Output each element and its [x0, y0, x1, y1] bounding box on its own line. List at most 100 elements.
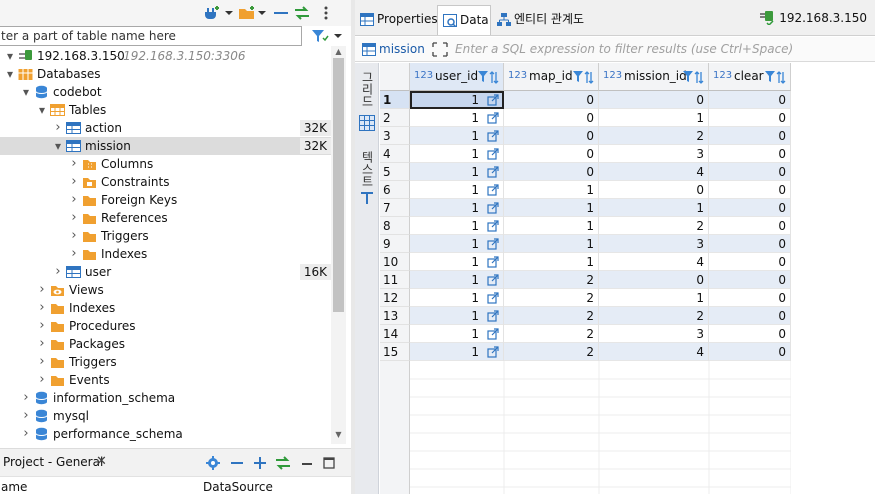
cell-map-id[interactable]: 2: [504, 289, 599, 307]
row-number[interactable]: 7: [380, 199, 410, 217]
chevron-right-icon[interactable]: ›: [52, 119, 64, 137]
foreign-key-link-icon[interactable]: [487, 238, 499, 250]
chevron-right-icon[interactable]: ›: [68, 191, 80, 209]
cell-map-id[interactable]: 2: [504, 325, 599, 343]
foreign-key-link-icon[interactable]: [487, 346, 499, 358]
chevron-right-icon[interactable]: ›: [36, 371, 48, 389]
chevron-down-icon[interactable]: ▾: [20, 83, 32, 101]
foreign-key-link-icon[interactable]: [487, 328, 499, 340]
column-header-name[interactable]: ame: [1, 480, 27, 494]
tree-node-constraints[interactable]: › Constraints: [0, 173, 331, 191]
cell-map-id[interactable]: 0: [504, 109, 599, 127]
chevron-right-icon[interactable]: ›: [36, 317, 48, 335]
foreign-key-link-icon[interactable]: [487, 130, 499, 142]
cell-mission-id[interactable]: 3: [599, 145, 709, 163]
filter-icon[interactable]: [309, 28, 343, 44]
collapse-icon[interactable]: [230, 455, 244, 471]
cell-map-id[interactable]: 1: [504, 253, 599, 271]
tree-node-databases[interactable]: ▾ Databases: [0, 65, 331, 83]
column-header-clear[interactable]: 123 clear: [709, 63, 791, 91]
tab-properties[interactable]: Properties: [355, 5, 438, 35]
tree-node-views[interactable]: › Views: [0, 281, 331, 299]
chevron-right-icon[interactable]: ›: [36, 335, 48, 353]
cell-mission-id[interactable]: 4: [599, 343, 709, 361]
tree-node-mysql[interactable]: › mysql: [0, 407, 331, 425]
chevron-down-icon[interactable]: [257, 5, 267, 21]
chevron-right-icon[interactable]: ›: [20, 407, 32, 425]
cell-clear[interactable]: 0: [709, 289, 791, 307]
text-view-tab[interactable]: 텍스트: [358, 151, 376, 187]
tab-er-diagram[interactable]: 엔티티 관계도: [492, 5, 592, 35]
cell-map-id[interactable]: 0: [504, 91, 599, 109]
chevron-down-icon[interactable]: ▾: [36, 101, 48, 119]
navigator-scrollbar-thumb[interactable]: [333, 58, 344, 312]
gear-icon[interactable]: [205, 455, 221, 471]
project-tab-label[interactable]: Project - General: [3, 455, 103, 469]
foreign-key-link-icon[interactable]: [487, 220, 499, 232]
chevron-down-icon[interactable]: [224, 5, 234, 21]
tree-node-conn[interactable]: ▾ 192.168.3.150 - 192.168.3.150:3306: [0, 47, 331, 65]
cell-map-id[interactable]: 2: [504, 271, 599, 289]
tree-node-tables[interactable]: ▾ Tables: [0, 101, 331, 119]
tree-node-indexes2[interactable]: › Indexes: [0, 299, 331, 317]
chevron-right-icon[interactable]: ›: [68, 209, 80, 227]
cell-mission-id[interactable]: 2: [599, 127, 709, 145]
chevron-down-icon[interactable]: ▾: [52, 137, 64, 155]
row-number[interactable]: 11: [380, 271, 410, 289]
tree-node-fks[interactable]: › Foreign Keys: [0, 191, 331, 209]
row-number[interactable]: 4: [380, 145, 410, 163]
row-number[interactable]: 3: [380, 127, 410, 145]
cell-clear[interactable]: 0: [709, 199, 791, 217]
cell-clear[interactable]: 0: [709, 91, 791, 109]
chevron-right-icon[interactable]: ›: [68, 227, 80, 245]
cell-clear[interactable]: 0: [709, 253, 791, 271]
expand-arrows-icon[interactable]: [432, 42, 448, 57]
filter-sort-icon[interactable]: [764, 69, 786, 85]
cell-map-id[interactable]: 1: [504, 235, 599, 253]
folder-add-icon[interactable]: [238, 5, 256, 21]
foreign-key-link-icon[interactable]: [487, 292, 499, 304]
cell-map-id[interactable]: 2: [504, 307, 599, 325]
link-icon[interactable]: [293, 5, 311, 21]
row-number[interactable]: 14: [380, 325, 410, 343]
tree-node-infoschema[interactable]: › information_schema: [0, 389, 331, 407]
chevron-right-icon[interactable]: ›: [36, 281, 48, 299]
row-number[interactable]: 9: [380, 235, 410, 253]
tree-node-indexes1[interactable]: › Indexes: [0, 245, 331, 263]
text-icon[interactable]: [360, 191, 374, 205]
tree-node-perfschema[interactable]: › performance_schema: [0, 425, 331, 443]
foreign-key-link-icon[interactable]: [487, 184, 499, 196]
chevron-right-icon[interactable]: ›: [20, 425, 32, 443]
foreign-key-link-icon[interactable]: [487, 256, 499, 268]
row-number[interactable]: 13: [380, 307, 410, 325]
close-icon[interactable]: ✕: [96, 454, 107, 469]
collapse-icon[interactable]: [272, 5, 290, 21]
row-number[interactable]: 10: [380, 253, 410, 271]
chevron-right-icon[interactable]: ›: [36, 353, 48, 371]
foreign-key-link-icon[interactable]: [487, 148, 499, 160]
chevron-right-icon[interactable]: ›: [68, 245, 80, 263]
scroll-up-arrow-icon[interactable]: ▲: [333, 46, 344, 58]
tree-node-packages[interactable]: › Packages: [0, 335, 331, 353]
cell-map-id[interactable]: 0: [504, 127, 599, 145]
foreign-key-link-icon[interactable]: [487, 310, 499, 322]
cell-map-id[interactable]: 1: [504, 199, 599, 217]
foreign-key-link-icon[interactable]: [487, 274, 499, 286]
chevron-down-icon[interactable]: ▾: [4, 65, 16, 83]
tree-node-procedures[interactable]: › Procedures: [0, 317, 331, 335]
minimize-icon[interactable]: [300, 455, 314, 471]
scroll-down-arrow-icon[interactable]: ▼: [333, 428, 344, 442]
cell-clear[interactable]: 0: [709, 181, 791, 199]
tab-data[interactable]: Data: [437, 5, 491, 35]
row-number[interactable]: 6: [380, 181, 410, 199]
cell-clear[interactable]: 0: [709, 271, 791, 289]
table-name-filter-input[interactable]: ter a part of table name here: [0, 26, 302, 46]
cell-clear[interactable]: 0: [709, 325, 791, 343]
cell-mission-id[interactable]: 1: [599, 199, 709, 217]
maximize-icon[interactable]: [322, 455, 336, 471]
cell-clear[interactable]: 0: [709, 163, 791, 181]
cell-clear[interactable]: 0: [709, 235, 791, 253]
cell-mission-id[interactable]: 0: [599, 181, 709, 199]
cell-mission-id[interactable]: 1: [599, 289, 709, 307]
tree-node-triggers1[interactable]: › Triggers: [0, 227, 331, 245]
